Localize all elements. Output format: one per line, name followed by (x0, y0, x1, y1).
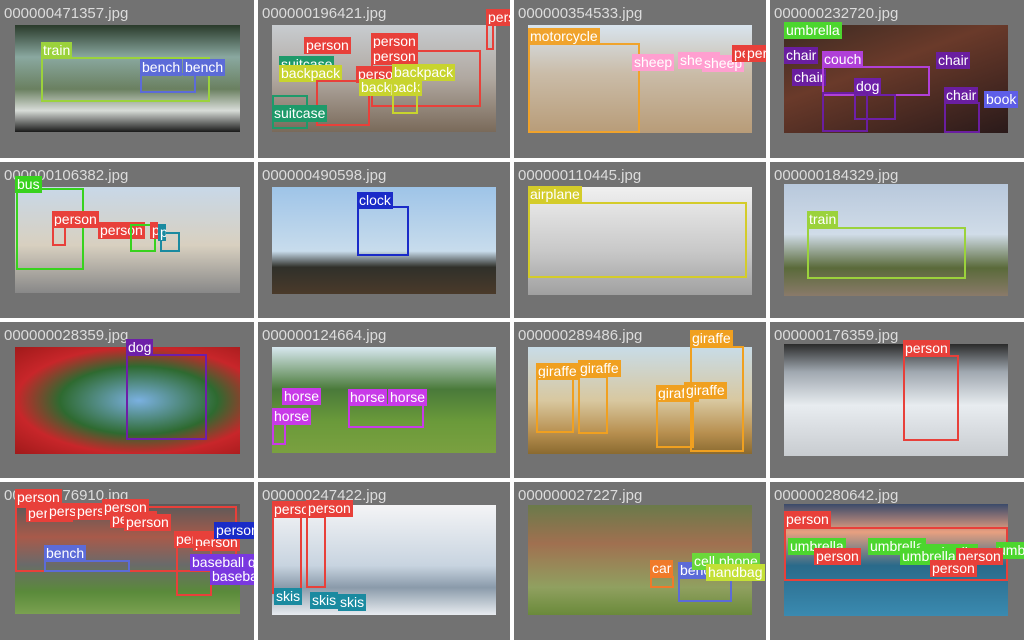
label-chair: chair (936, 52, 971, 69)
box-chair (944, 102, 980, 133)
tile-16: 000000280642.jpg person umbrella umbrell… (770, 482, 1024, 640)
label-person: person (304, 37, 351, 54)
filename: 000000354533.jpg (518, 5, 643, 22)
tile-5: 000000106382.jpg bus person person perso… (0, 162, 254, 318)
label-sheep: sheep (632, 54, 675, 71)
label-skis: skis (338, 594, 367, 611)
label-horse: horse (282, 388, 322, 405)
tile-14: 000000247422.jpg person person skis skis… (258, 482, 510, 640)
box-person (903, 355, 959, 441)
label-chair: chair (784, 47, 819, 64)
filename: 000000124664.jpg (262, 327, 387, 344)
label-train: train (807, 211, 839, 228)
box-car (650, 576, 674, 588)
label-person: person (124, 514, 171, 531)
label-person: person (903, 340, 950, 357)
box-airplane (528, 202, 747, 278)
box-person (52, 226, 66, 246)
filename: 000000184329.jpg (774, 167, 899, 184)
box-horse (272, 423, 286, 445)
filename: 000000289486.jpg (518, 327, 643, 344)
box-chair (822, 92, 868, 132)
tile-2: 000000196421.jpg person person person pe… (258, 0, 510, 158)
tile-12: 000000176359.jpg person (770, 322, 1024, 478)
tile-13: 000000176910.jpg person person person pe… (0, 482, 254, 640)
filename: 000000028359.jpg (4, 327, 129, 344)
label-handbag: handbag (706, 564, 765, 581)
label-person: person (306, 500, 353, 517)
tile-7: 000000110445.jpg airplane (514, 162, 766, 318)
photo (784, 344, 1008, 456)
label-airplane: airplane (528, 186, 582, 203)
box-train (807, 227, 966, 279)
filename: 000000027227.jpg (518, 487, 643, 504)
label-giraffe: giraffe (578, 360, 621, 377)
label-person: person (814, 548, 861, 565)
label-umbrella: umbrella (784, 22, 842, 39)
box-giraffe (536, 378, 574, 433)
box-backpack (392, 80, 418, 114)
box-clock (357, 206, 409, 256)
tile-10: 000000124664.jpg horse horse horse horse (258, 322, 510, 478)
label-dog: dog (126, 339, 154, 356)
label-giraffe: giraffe (684, 382, 727, 399)
filename: 000000196421.jpg (262, 5, 387, 22)
detection-grid: 000000471357.jpg train bench bench 00000… (0, 0, 1024, 640)
box-person (272, 510, 302, 594)
tile-11: 000000289486.jpg giraffe giraffe giraffe… (514, 322, 766, 478)
tile-8: 000000184329.jpg train (770, 162, 1024, 318)
label-person: person (214, 522, 254, 539)
tile-15: 000000027227.jpg car bench cell phone ha… (514, 482, 766, 640)
label-motorcycle: motorcycle (528, 28, 600, 45)
filename: 000000232720.jpg (774, 5, 899, 22)
label-person: person (158, 224, 166, 241)
tile-1: 000000471357.jpg train bench bench (0, 0, 254, 158)
box-giraffe (656, 400, 694, 448)
label-bench: bench (140, 59, 183, 76)
label-bus: bus (15, 176, 42, 193)
label-skis: skis (310, 592, 339, 609)
tile-9: 000000028359.jpg dog (0, 322, 254, 478)
label-person: person (745, 45, 766, 62)
label-suitcase: suitcase (272, 105, 328, 122)
box-giraffe (578, 376, 608, 434)
box-person (486, 24, 494, 50)
box-person (306, 516, 326, 588)
label-book: book (984, 91, 1019, 108)
label-train: train (41, 42, 73, 59)
label-person: person (784, 511, 831, 528)
label-skis: skis (274, 588, 303, 605)
filename: 000000176359.jpg (774, 327, 899, 344)
filename: 000000471357.jpg (4, 5, 129, 22)
label-person: person (150, 222, 158, 239)
filename: 000000110445.jpg (518, 167, 642, 184)
box-motorcycle (528, 43, 640, 133)
box-bench (44, 560, 130, 572)
label-person: person (930, 560, 977, 577)
box-horse (348, 404, 424, 428)
box-bus (16, 188, 84, 270)
label-clock: clock (357, 192, 393, 209)
tile-3: 000000354533.jpg motorcycle sheep sheep … (514, 0, 766, 158)
filename: 000000280642.jpg (774, 487, 899, 504)
label-bench: bench (183, 59, 226, 76)
tile-4: 000000232720.jpg umbrella chair chair co… (770, 0, 1024, 158)
tile-6: 000000490598.jpg clock (258, 162, 510, 318)
box-bench (140, 73, 196, 93)
label-giraffe: giraffe (690, 330, 733, 347)
label-baseball-glove: baseball glove (210, 568, 254, 585)
label-car: car (650, 560, 674, 577)
filename: 000000490598.jpg (262, 167, 387, 184)
box-dog (126, 354, 207, 440)
